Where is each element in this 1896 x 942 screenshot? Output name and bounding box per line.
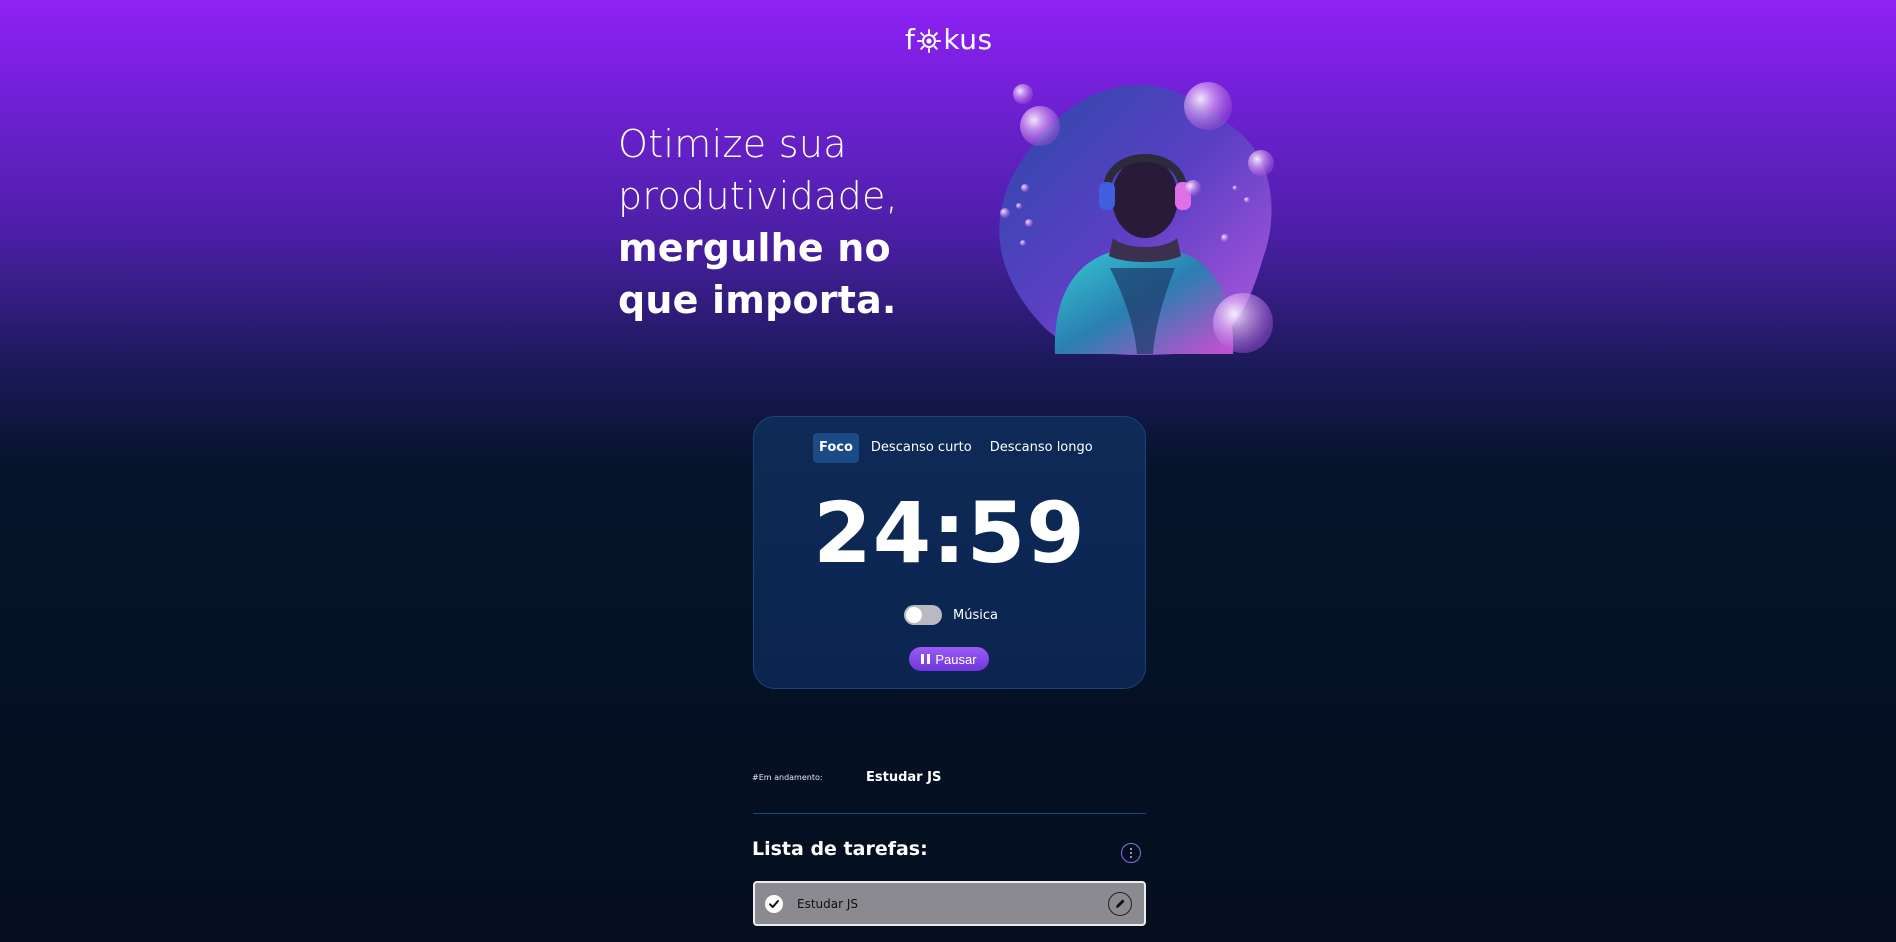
in-progress-label: #Em andamento: [752, 773, 823, 782]
hero-line-3: mergulhe no [618, 226, 891, 270]
hero-line-2: produtividade, [618, 174, 899, 218]
edit-pencil-icon[interactable] [1108, 892, 1132, 916]
section-divider [753, 813, 1146, 814]
more-vertical-icon [1130, 848, 1132, 858]
logo-text-prefix: f [905, 22, 916, 56]
logo-text-suffix: kus [943, 22, 993, 56]
logo-ring-icon [916, 27, 942, 53]
task-list-title: Lista de tarefas: [752, 838, 928, 860]
timer-display: 24:59 [813, 484, 1086, 582]
check-icon [765, 894, 783, 913]
pause-icon [921, 654, 931, 664]
music-toggle[interactable] [904, 605, 942, 625]
music-toggle-row: Música [904, 605, 998, 625]
in-progress-task: Estudar JS [866, 770, 942, 785]
task-item[interactable]: Estudar JS [753, 881, 1146, 926]
app-logo[interactable]: f kus [905, 22, 995, 56]
toggle-knob [906, 607, 922, 623]
pause-button[interactable]: Pausar [909, 647, 989, 671]
music-label: Música [953, 607, 998, 623]
task-options-button[interactable] [1121, 843, 1141, 863]
pause-button-label: Pausar [935, 651, 977, 667]
hero-illustration [995, 78, 1280, 360]
timer-mode-tabs: Foco Descanso curto Descanso longo [813, 433, 1099, 463]
in-progress-row: #Em andamento: Estudar JS [752, 770, 941, 785]
tab-foco[interactable]: Foco [813, 433, 859, 463]
timer-card: Foco Descanso curto Descanso longo 24:59… [753, 416, 1146, 689]
hero-line-1: Otimize sua [618, 122, 847, 166]
tab-descanso-longo[interactable]: Descanso longo [984, 433, 1099, 463]
tab-descanso-curto[interactable]: Descanso curto [865, 433, 978, 463]
hero-heading: Otimize sua produtividade, mergulhe no q… [618, 118, 948, 326]
hero-line-4: que importa. [618, 278, 897, 322]
task-item-name: Estudar JS [797, 896, 859, 911]
